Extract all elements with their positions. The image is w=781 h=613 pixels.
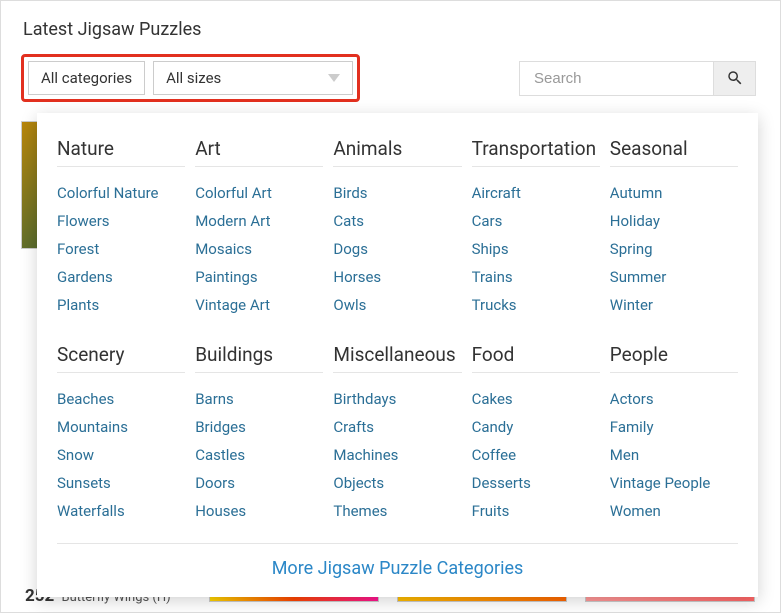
category-link[interactable]: Women: [610, 497, 738, 525]
category-link[interactable]: Trucks: [472, 291, 600, 319]
category-heading: People: [610, 343, 738, 373]
category-link[interactable]: Summer: [610, 263, 738, 291]
category-heading: Miscellaneous: [333, 343, 461, 373]
category-link[interactable]: Holiday: [610, 207, 738, 235]
category-link[interactable]: Colorful Nature: [57, 179, 185, 207]
category-link[interactable]: Cars: [472, 207, 600, 235]
category-link[interactable]: Modern Art: [195, 207, 323, 235]
category-heading: Food: [472, 343, 600, 373]
category-link[interactable]: Cakes: [472, 385, 600, 413]
category-link[interactable]: Colorful Art: [195, 179, 323, 207]
category-link[interactable]: Aircraft: [472, 179, 600, 207]
category-link[interactable]: Owls: [333, 291, 461, 319]
category-link[interactable]: Actors: [610, 385, 738, 413]
category-link[interactable]: Doors: [195, 469, 323, 497]
category-link[interactable]: Houses: [195, 497, 323, 525]
category-link[interactable]: Mountains: [57, 413, 185, 441]
category-link[interactable]: Crafts: [333, 413, 461, 441]
page-title: Latest Jigsaw Puzzles: [1, 1, 780, 40]
category-link[interactable]: Snow: [57, 441, 185, 469]
category-link[interactable]: Beaches: [57, 385, 185, 413]
category-column: Scenery BeachesMountainsSnowSunsetsWaterf…: [57, 343, 185, 525]
category-heading: Transportation: [472, 137, 600, 167]
category-link[interactable]: Autumn: [610, 179, 738, 207]
category-link[interactable]: Men: [610, 441, 738, 469]
category-link[interactable]: Castles: [195, 441, 323, 469]
category-link[interactable]: Flowers: [57, 207, 185, 235]
category-heading: Animals: [333, 137, 461, 167]
filter-highlight: All categories All sizes: [21, 54, 360, 102]
category-column: Buildings BarnsBridgesCastlesDoorsHouses: [195, 343, 323, 525]
category-link[interactable]: Coffee: [472, 441, 600, 469]
category-heading: Scenery: [57, 343, 185, 373]
category-link[interactable]: Spring: [610, 235, 738, 263]
category-column: Animals BirdsCatsDogsHorsesOwls: [333, 137, 461, 319]
category-column: Nature Colorful NatureFlowersForestGarden…: [57, 137, 185, 319]
category-column: Art Colorful ArtModern ArtMosaicsPainting…: [195, 137, 323, 319]
search-button[interactable]: [714, 61, 756, 96]
chevron-down-icon: [328, 74, 340, 82]
categories-mega-panel: Nature Colorful NatureFlowersForestGarden…: [37, 113, 758, 597]
sizes-dropdown-label: All sizes: [166, 69, 221, 87]
category-link[interactable]: Vintage Art: [195, 291, 323, 319]
category-link[interactable]: Cats: [333, 207, 461, 235]
category-column: Transportation AircraftCarsShipsTrainsTru…: [472, 137, 600, 319]
category-link[interactable]: Sunsets: [57, 469, 185, 497]
search-icon: [726, 69, 744, 87]
category-column: Seasonal AutumnHolidaySpringSummerWinter: [610, 137, 738, 319]
category-column: People ActorsFamilyMenVintage PeopleWomen: [610, 343, 738, 525]
category-link[interactable]: Fruits: [472, 497, 600, 525]
category-link[interactable]: Birds: [333, 179, 461, 207]
category-link[interactable]: Plants: [57, 291, 185, 319]
category-link[interactable]: Dogs: [333, 235, 461, 263]
category-link[interactable]: Machines: [333, 441, 461, 469]
category-heading: Seasonal: [610, 137, 738, 167]
category-link[interactable]: Paintings: [195, 263, 323, 291]
more-categories-link[interactable]: More Jigsaw Puzzle Categories: [272, 558, 524, 579]
filter-row: All categories All sizes: [1, 40, 780, 102]
sizes-dropdown[interactable]: All sizes: [153, 61, 353, 95]
category-link[interactable]: Trains: [472, 263, 600, 291]
category-link[interactable]: Desserts: [472, 469, 600, 497]
category-heading: Nature: [57, 137, 185, 167]
category-link[interactable]: Themes: [333, 497, 461, 525]
category-link[interactable]: Candy: [472, 413, 600, 441]
category-link[interactable]: Bridges: [195, 413, 323, 441]
categories-dropdown-label: All categories: [41, 69, 132, 87]
category-link[interactable]: Forest: [57, 235, 185, 263]
category-link[interactable]: Horses: [333, 263, 461, 291]
category-heading: Art: [195, 137, 323, 167]
categories-dropdown[interactable]: All categories: [28, 61, 145, 95]
category-link[interactable]: Barns: [195, 385, 323, 413]
category-link[interactable]: Mosaics: [195, 235, 323, 263]
category-heading: Buildings: [195, 343, 323, 373]
category-link[interactable]: Gardens: [57, 263, 185, 291]
category-link[interactable]: Ships: [472, 235, 600, 263]
category-link[interactable]: Winter: [610, 291, 738, 319]
category-column: Miscellaneous BirthdaysCraftsMachinesObje…: [333, 343, 461, 525]
category-link[interactable]: Waterfalls: [57, 497, 185, 525]
category-column: Food CakesCandyCoffeeDessertsFruits: [472, 343, 600, 525]
search-input[interactable]: [519, 61, 714, 96]
category-link[interactable]: Vintage People: [610, 469, 738, 497]
category-link[interactable]: Objects: [333, 469, 461, 497]
category-link[interactable]: Birthdays: [333, 385, 461, 413]
search-group: [519, 61, 756, 96]
category-link[interactable]: Family: [610, 413, 738, 441]
